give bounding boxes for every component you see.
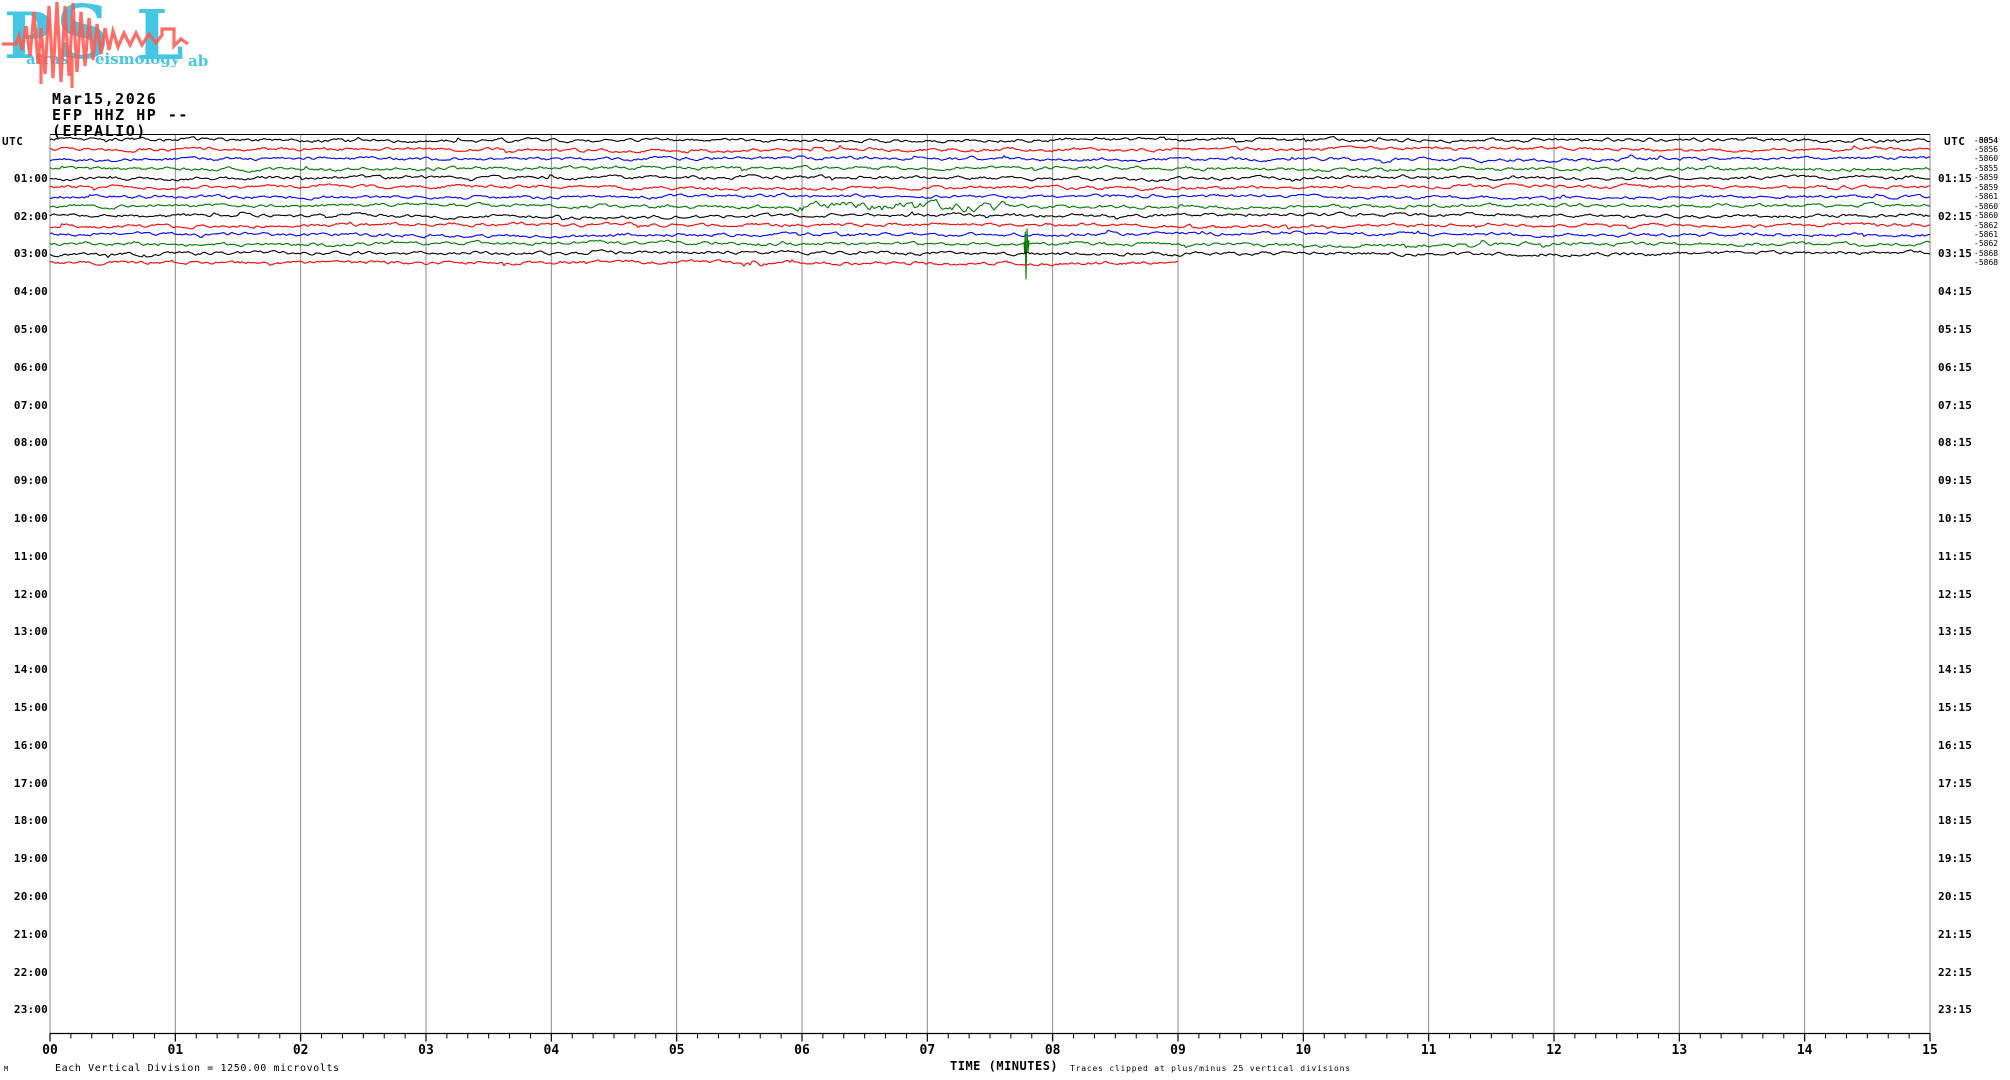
seismo-trace-0230 bbox=[49, 229, 1931, 239]
seismo-trace-0300 bbox=[49, 249, 1931, 258]
plot-area bbox=[49, 134, 1931, 1042]
scale-note: Each Vertical Division = 1250.00 microvo… bbox=[55, 1063, 340, 1074]
clip-note: Traces clipped at plus/minus 25 vertical… bbox=[1070, 1064, 1351, 1073]
seismo-trace-0145 bbox=[49, 198, 1931, 213]
seismo-trace-0215 bbox=[49, 221, 1931, 230]
corner-mark: M bbox=[4, 1065, 9, 1073]
x-axis-title: TIME (MINUTES) bbox=[950, 1059, 1059, 1073]
seismo-trace-0015 bbox=[49, 144, 1931, 154]
seismo-trace-0000 bbox=[49, 136, 1931, 144]
seismo-trace-0030 bbox=[49, 154, 1931, 164]
seismo-trace-0315 bbox=[49, 259, 1179, 267]
seismo-trace-0100 bbox=[49, 174, 1930, 183]
seismo-trace-0115 bbox=[49, 182, 1931, 192]
seismo-trace-0045 bbox=[49, 164, 1931, 173]
seismo-trace-0200 bbox=[49, 211, 1931, 221]
seismo-trace-0130 bbox=[49, 192, 1931, 201]
helicorder-page: Patras Seismology Lab Mar15,2026 EFP HHZ H… bbox=[0, 0, 2010, 1080]
